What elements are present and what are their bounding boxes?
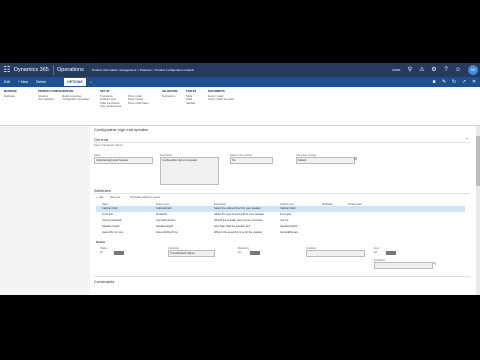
popout-icon[interactable]: ↗ xyxy=(460,78,468,86)
keys-label: Keys xyxy=(374,247,380,250)
section-divider xyxy=(94,276,470,277)
general-subheading: Insert or Reduced in layout xyxy=(94,144,123,147)
company-picker[interactable]: USMF xyxy=(392,67,401,73)
ribbon-group-title: Tables xyxy=(186,90,197,93)
ribbon-group-title: Documents xyxy=(208,90,225,93)
scrollbar-thumb[interactable] xyxy=(476,136,480,186)
mandatory-label: Mandatory xyxy=(238,247,250,250)
mandatory-toggle[interactable] xyxy=(250,251,260,255)
cell-name[interactable]: Assembly run time xyxy=(102,230,154,236)
page-title: Configurable high end speaker xyxy=(94,127,149,132)
cell-attribute-type[interactable]: GeneralDomain xyxy=(280,230,320,236)
translate-attribute-button[interactable]: Translate attribute types xyxy=(130,195,160,199)
app-name[interactable]: Dynamics 365 xyxy=(14,66,49,74)
module-name[interactable]: Operations xyxy=(57,66,84,74)
ribbon-group-price: Price model Price models Price model dat… xyxy=(128,95,149,106)
smile-icon[interactable]: ☺ xyxy=(454,66,462,74)
ribbon-group-product-configuration: Product configuration Versions Test vali… xyxy=(38,90,89,101)
status-field[interactable]: No xyxy=(230,157,273,164)
constraints-section-header[interactable]: Constraints xyxy=(94,279,114,284)
edit-button[interactable]: Edit xyxy=(4,79,10,85)
hidden-value: No xyxy=(100,251,104,254)
constraint-field[interactable]: TracedDefault Values xyxy=(168,250,215,257)
conditions-field[interactable] xyxy=(374,262,433,269)
bell-icon[interactable]: ⚠ xyxy=(418,66,426,74)
mandatory-value: No xyxy=(238,251,242,254)
ribbon-item[interactable]: Derivations xyxy=(162,95,177,99)
nav-divider xyxy=(53,65,54,75)
help-icon[interactable]: ? xyxy=(442,66,450,74)
keys-value: No xyxy=(374,251,378,254)
section-divider xyxy=(94,193,470,194)
scrollbar[interactable] xyxy=(476,126,480,295)
gear-icon[interactable]: ⚙ xyxy=(430,66,438,74)
ribbon-item[interactable]: Test validation xyxy=(38,98,54,102)
ribbon-group-maintain: Maintain Duplicate xyxy=(4,90,17,98)
breadcrumb[interactable]: Product information management > Product… xyxy=(92,67,194,73)
office-icon[interactable]: ■ xyxy=(430,78,438,86)
avatar[interactable]: AD xyxy=(468,65,478,75)
ribbon-item[interactable]: Import model to model xyxy=(208,98,234,102)
conditions-edit-icon[interactable]: ✎ xyxy=(433,261,436,266)
left-navigation-pane xyxy=(0,126,88,295)
ribbon-item[interactable]: Validate xyxy=(186,102,196,106)
new-button[interactable]: + New xyxy=(18,79,28,85)
ribbon-item[interactable]: Configuration templates xyxy=(62,98,89,102)
solver-strategy-dropdown[interactable]: Default xyxy=(296,157,355,164)
ribbon-item[interactable]: User requirements xyxy=(100,105,121,109)
top-navigation-bar: ☷ Dynamics 365 Operations Product inform… xyxy=(0,63,480,77)
ribbon: Maintain Duplicate Product configuration… xyxy=(0,87,480,126)
app-launcher-icon[interactable]: ☷ xyxy=(2,65,12,75)
action-pane: Edit + New Delete OPTIONS ⌕ ■ ✎ ↻ ↗ ✕ xyxy=(0,77,480,87)
remove-attribute-button[interactable]: Remove xyxy=(110,195,120,199)
delete-button[interactable]: Delete xyxy=(36,79,46,85)
condition-field[interactable] xyxy=(306,250,365,257)
table-row[interactable]: Assembly run time AssemblyRunTime What i… xyxy=(96,230,465,236)
collapse-icon[interactable]: ˄ xyxy=(466,136,468,141)
ribbon-group-title: Set up xyxy=(100,90,110,93)
app-window: ☷ Dynamics 365 Operations Product inform… xyxy=(0,63,480,295)
action-search-icon[interactable]: ⌕ xyxy=(90,79,92,85)
add-attribute-button[interactable]: + Add xyxy=(96,195,103,199)
hidden-toggle[interactable] xyxy=(114,251,124,255)
description-field[interactable]: Configurable high end speaker xyxy=(160,157,219,185)
ribbon-group-tables: Tables Table Table Validate xyxy=(186,90,196,105)
ribbon-group-title: Validation xyxy=(162,90,178,93)
ribbon-group-documents: Documents Export model Import model to m… xyxy=(208,90,234,102)
cell-description[interactable]: What is the assembly time for the speake… xyxy=(214,230,278,236)
ribbon-group-title: Maintain xyxy=(4,90,17,93)
solver-settings-icon[interactable]: ⚙ xyxy=(354,156,358,161)
details-subsection-header[interactable]: Details xyxy=(96,240,105,244)
details-pane: Configurable high end speaker General ˄ … xyxy=(90,126,476,295)
cell-solver-name[interactable]: AssemblyRunTime xyxy=(156,230,208,236)
name-field[interactable]: Industrial High End Speaker xyxy=(94,157,153,164)
ribbon-group-set-up: Set up Translation Attribute types Table… xyxy=(100,90,121,109)
hidden-label: Hidden xyxy=(100,247,108,250)
ribbon-group-validation: Validation Derivations xyxy=(162,90,177,98)
attach-icon[interactable]: ✎ xyxy=(440,78,448,86)
options-tab[interactable]: OPTIONS xyxy=(64,78,86,86)
ribbon-item[interactable]: Price model dates xyxy=(128,102,149,106)
search-icon[interactable]: ⚲ xyxy=(406,66,414,74)
section-divider xyxy=(94,142,470,143)
ribbon-item[interactable]: Duplicate xyxy=(4,95,17,99)
refresh-icon[interactable]: ↻ xyxy=(450,78,458,86)
ribbon-group-title: Product configuration xyxy=(38,90,74,93)
close-icon[interactable]: ✕ xyxy=(470,78,478,86)
keys-toggle[interactable] xyxy=(386,251,396,255)
